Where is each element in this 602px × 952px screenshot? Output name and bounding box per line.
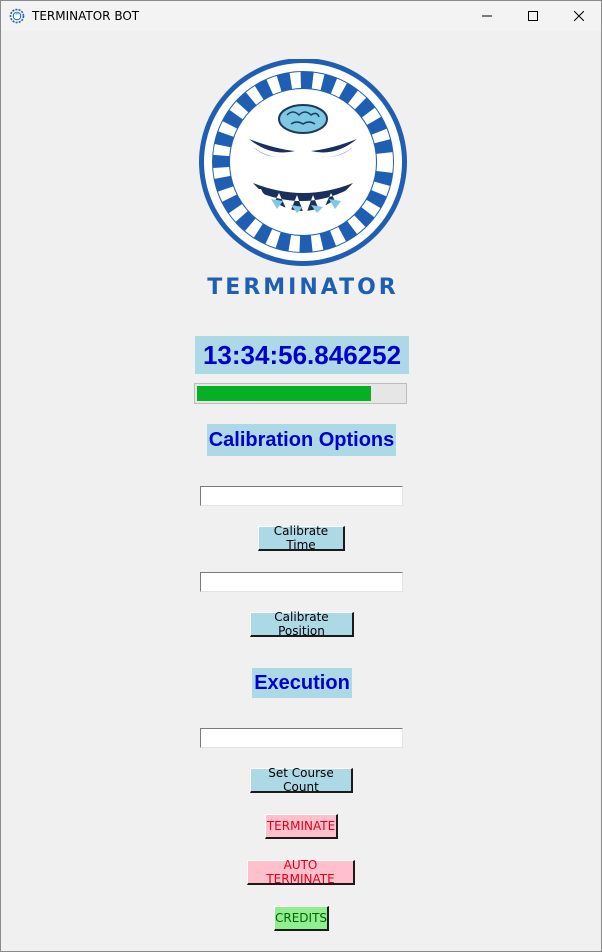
progress-fill — [197, 386, 371, 401]
terminate-button[interactable]: TERMINATE — [265, 814, 338, 839]
close-icon — [574, 11, 584, 21]
title-bar[interactable]: TERMINATOR BOT — [1, 1, 601, 31]
app-icon — [9, 8, 25, 24]
clock-display: 13:34:56.846252 — [195, 336, 409, 374]
maximize-icon — [528, 11, 538, 21]
close-button[interactable] — [556, 1, 602, 31]
calibration-heading: Calibration Options — [207, 424, 396, 456]
minimize-button[interactable] — [464, 1, 510, 31]
course-count-input[interactable] — [200, 728, 403, 748]
credits-button[interactable]: CREDITS — [274, 906, 329, 931]
window-title: TERMINATOR BOT — [32, 9, 140, 23]
minimize-icon — [482, 15, 492, 17]
calibrate-position-button[interactable]: Calibrate Position — [250, 610, 354, 638]
auto-terminate-button[interactable]: AUTO TERMINATE — [247, 858, 355, 886]
progress-bar — [194, 383, 407, 404]
app-window: TERMINATOR BOT TERMINATOR 13:34:56.84625… — [0, 0, 602, 952]
set-course-count-button[interactable]: Set Course Count — [250, 766, 353, 794]
calibrate-time-button[interactable]: Calibrate Time — [258, 524, 345, 552]
maximize-button[interactable] — [510, 1, 556, 31]
calibrate-position-input[interactable] — [200, 572, 403, 592]
calibrate-time-input[interactable] — [200, 486, 403, 506]
logo-wordmark: TERMINATOR — [207, 275, 398, 299]
terminator-logo: TERMINATOR — [199, 59, 407, 299]
brain-icon — [278, 104, 328, 134]
gear-icon — [199, 59, 407, 266]
execution-heading: Execution — [252, 668, 352, 698]
